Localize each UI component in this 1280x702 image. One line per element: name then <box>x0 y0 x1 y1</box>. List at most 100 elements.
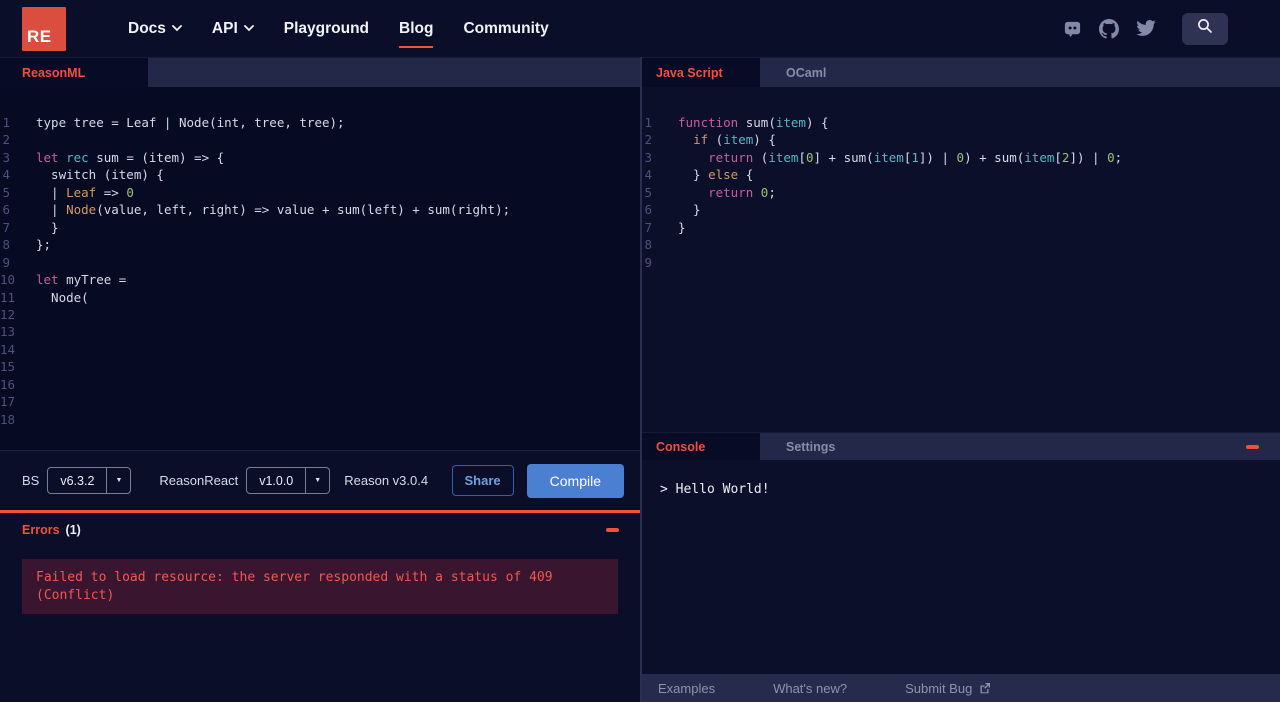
line-number: 18 <box>0 411 16 427</box>
code-line: 5 | Leaf => 0 <box>0 184 640 201</box>
select-caret-icon: ▼ <box>106 468 130 493</box>
nav-item-playground[interactable]: Playground <box>284 16 369 42</box>
strip-spacer <box>838 58 1280 87</box>
code-line: 8 <box>642 236 1280 253</box>
chevron-down-icon <box>243 25 254 32</box>
compile-button[interactable]: Compile <box>526 463 624 498</box>
line-number: 6 <box>2 202 10 218</box>
code-line: 4 switch (item) { <box>0 166 640 183</box>
code-line: 11 Node( <box>0 289 89 305</box>
nav-item-api[interactable]: API <box>212 16 254 42</box>
line-number: 2 <box>644 132 652 148</box>
output-tab-strip: Java Script OCaml <box>642 57 1280 87</box>
search-button[interactable] <box>1182 12 1228 45</box>
code-line: 13 <box>0 323 640 340</box>
line-number: 1 <box>2 115 10 130</box>
code-line: 7 } <box>0 219 640 236</box>
line-number: 14 <box>0 341 16 357</box>
nav-item-label: Playground <box>283 19 370 37</box>
external-link-icon <box>979 682 991 694</box>
footer-label: Submit Bug <box>905 680 973 696</box>
output-pane: Java Script OCaml 1 function sum(item) {2… <box>640 57 1280 702</box>
errors-count-badge: (1) <box>65 523 81 537</box>
line-number: 16 <box>0 376 16 392</box>
code-line: 15 <box>0 358 640 375</box>
footer-link-submit-bug[interactable]: Submit Bug <box>905 681 991 696</box>
footer-link-whats-new[interactable]: What's new? <box>773 681 847 696</box>
javascript-output-editor[interactable]: 1 function sum(item) {2 if (item) {3 retu… <box>642 87 1280 432</box>
bs-label: BS <box>22 473 40 488</box>
tab-label: OCaml <box>786 65 827 80</box>
line-number: 3 <box>2 149 10 165</box>
reason-react-version-value: v1.0.0 <box>259 473 294 488</box>
line-number: 7 <box>644 219 652 235</box>
line-number: 9 <box>2 254 10 270</box>
nav-item-blog[interactable]: Blog <box>399 16 434 48</box>
reason-react-version-select[interactable]: v1.0.0 ▼ <box>246 467 331 494</box>
console-tab-strip: Console Settings <box>642 432 1280 460</box>
nav-item-community[interactable]: Community <box>463 16 548 42</box>
social-icons <box>1063 18 1156 39</box>
code-line: 6 | Node(value, left, right) => value + … <box>0 201 640 218</box>
line-number: 8 <box>2 237 10 253</box>
line-number: 5 <box>2 184 10 200</box>
strip-spacer <box>148 58 640 87</box>
line-number: 12 <box>0 306 16 322</box>
tab-label: Console <box>656 439 706 454</box>
compile-toolbar: BS v6.3.2 ▼ ReasonReact v1.0.0 ▼ Reason … <box>0 450 640 510</box>
twitter-icon[interactable] <box>1136 20 1156 37</box>
line-number: 1 <box>644 115 652 130</box>
tab-console[interactable]: Console <box>642 433 760 460</box>
tab-reasonml[interactable]: ReasonML <box>0 58 148 87</box>
reason-pane: ReasonML 1 type tree = Leaf | Node(int, t… <box>0 57 640 702</box>
errors-panel-body: Failed to load resource: the server resp… <box>0 547 640 702</box>
tab-ocaml[interactable]: OCaml <box>774 58 838 87</box>
reason-logo[interactable]: RE <box>22 6 66 51</box>
code-line: 18 <box>0 411 640 428</box>
line-number: 7 <box>2 219 10 235</box>
reason-tab-strip: ReasonML <box>0 57 640 87</box>
tab-javascript[interactable]: Java Script <box>642 58 760 87</box>
footer-link-examples[interactable]: Examples <box>658 681 715 696</box>
reason-version-text: Reason v3.0.4 <box>344 473 429 488</box>
collapse-errors-button[interactable] <box>606 528 619 532</box>
minus-icon <box>606 528 619 532</box>
code-line: 3 let rec sum = (item) => { <box>0 149 640 166</box>
top-nav: RE Docs API Playground Blog Community <box>0 0 1280 57</box>
tab-errors[interactable]: Errors <box>0 523 60 537</box>
main-split: ReasonML 1 type tree = Leaf | Node(int, t… <box>0 57 1280 702</box>
nav-item-label: Blog <box>399 19 434 37</box>
share-button[interactable]: Share <box>451 465 514 496</box>
nav-item-label: Docs <box>128 19 166 37</box>
line-number: 6 <box>644 202 652 218</box>
line-number: 3 <box>644 149 652 165</box>
code-line: 2 <box>0 131 640 148</box>
tab-label: Settings <box>786 439 836 454</box>
code-line: 12 <box>0 306 640 323</box>
code-line: 3 return (item[0] + sum(item[1]) | 0) + … <box>642 149 1280 166</box>
reason-code-editor[interactable]: 1 type tree = Leaf | Node(int, tree, tree… <box>0 87 640 450</box>
reason-react-label: ReasonReact <box>159 473 239 488</box>
console-output: > Hello World! <box>660 482 770 497</box>
tab-settings[interactable]: Settings <box>774 433 847 460</box>
minus-icon <box>1246 444 1259 449</box>
code-line: 1 function sum(item) { <box>642 114 1280 131</box>
nav-item-docs[interactable]: Docs <box>128 16 182 42</box>
console-panel-body: > Hello World! <box>642 460 1280 674</box>
line-number: 17 <box>0 394 16 410</box>
line-number: 4 <box>2 167 10 183</box>
search-icon <box>1197 18 1213 39</box>
line-number: 9 <box>644 254 652 270</box>
code-line: 10 let myTree = <box>0 272 127 288</box>
code-line: 8}; <box>0 236 640 253</box>
code-line: 17 <box>0 393 640 410</box>
code-line: 5 return 0; <box>642 184 1280 201</box>
code-line: 1 type tree = Leaf | Node(int, tree, tree… <box>0 114 640 131</box>
line-number: 10 <box>0 272 16 288</box>
code-line: 7} <box>642 219 1280 236</box>
github-icon[interactable] <box>1099 18 1119 39</box>
discord-icon[interactable] <box>1063 19 1082 38</box>
nav-item-label: Community <box>463 19 549 37</box>
bs-version-select[interactable]: v6.3.2 ▼ <box>47 467 132 494</box>
collapse-console-button[interactable] <box>1246 433 1259 460</box>
